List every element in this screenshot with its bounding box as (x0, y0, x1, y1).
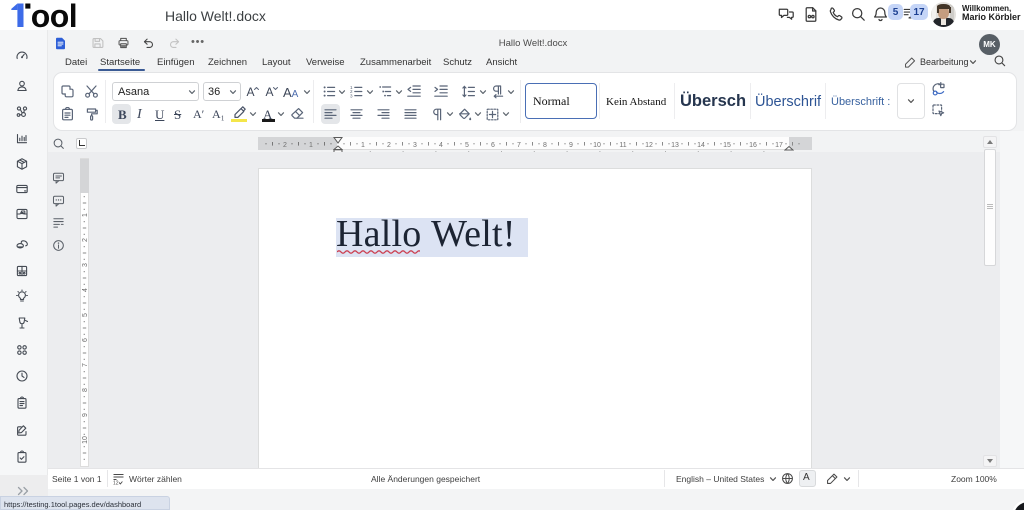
svg-text:10: 10 (82, 436, 89, 444)
svg-text:A: A (247, 85, 255, 99)
svg-text:2: 2 (387, 142, 391, 149)
svg-text:2: 2 (82, 238, 89, 242)
svg-text:6: 6 (82, 338, 89, 342)
svg-text:9: 9 (569, 142, 573, 149)
svg-text:13: 13 (671, 142, 679, 149)
svg-text:6: 6 (491, 142, 495, 149)
svg-text:ool: ool (31, 1, 77, 29)
svg-text:1: 1 (361, 142, 365, 149)
svg-text:5: 5 (82, 313, 89, 317)
svg-text:2: 2 (283, 142, 287, 149)
svg-text:8: 8 (543, 142, 547, 149)
svg-text:5: 5 (465, 142, 469, 149)
svg-text:16: 16 (749, 142, 757, 149)
svg-text:10: 10 (593, 142, 601, 149)
svg-text:7: 7 (82, 363, 89, 367)
svg-text:1: 1 (309, 142, 313, 149)
svg-text:14: 14 (697, 142, 705, 149)
svg-text:3: 3 (413, 142, 417, 149)
svg-text:17: 17 (775, 142, 783, 149)
svg-text:12: 12 (113, 481, 119, 486)
svg-text:8: 8 (82, 388, 89, 392)
svg-text:4: 4 (439, 142, 443, 149)
svg-text:3: 3 (350, 93, 353, 98)
svg-text:1: 1 (82, 213, 89, 217)
svg-text:7: 7 (517, 142, 521, 149)
svg-text:A: A (266, 85, 274, 99)
svg-text:15: 15 (723, 142, 731, 149)
svg-text:12: 12 (645, 142, 653, 149)
svg-text:4: 4 (82, 288, 89, 292)
svg-text:3: 3 (82, 263, 89, 267)
svg-text:11: 11 (619, 142, 626, 149)
svg-text:9: 9 (82, 413, 89, 417)
